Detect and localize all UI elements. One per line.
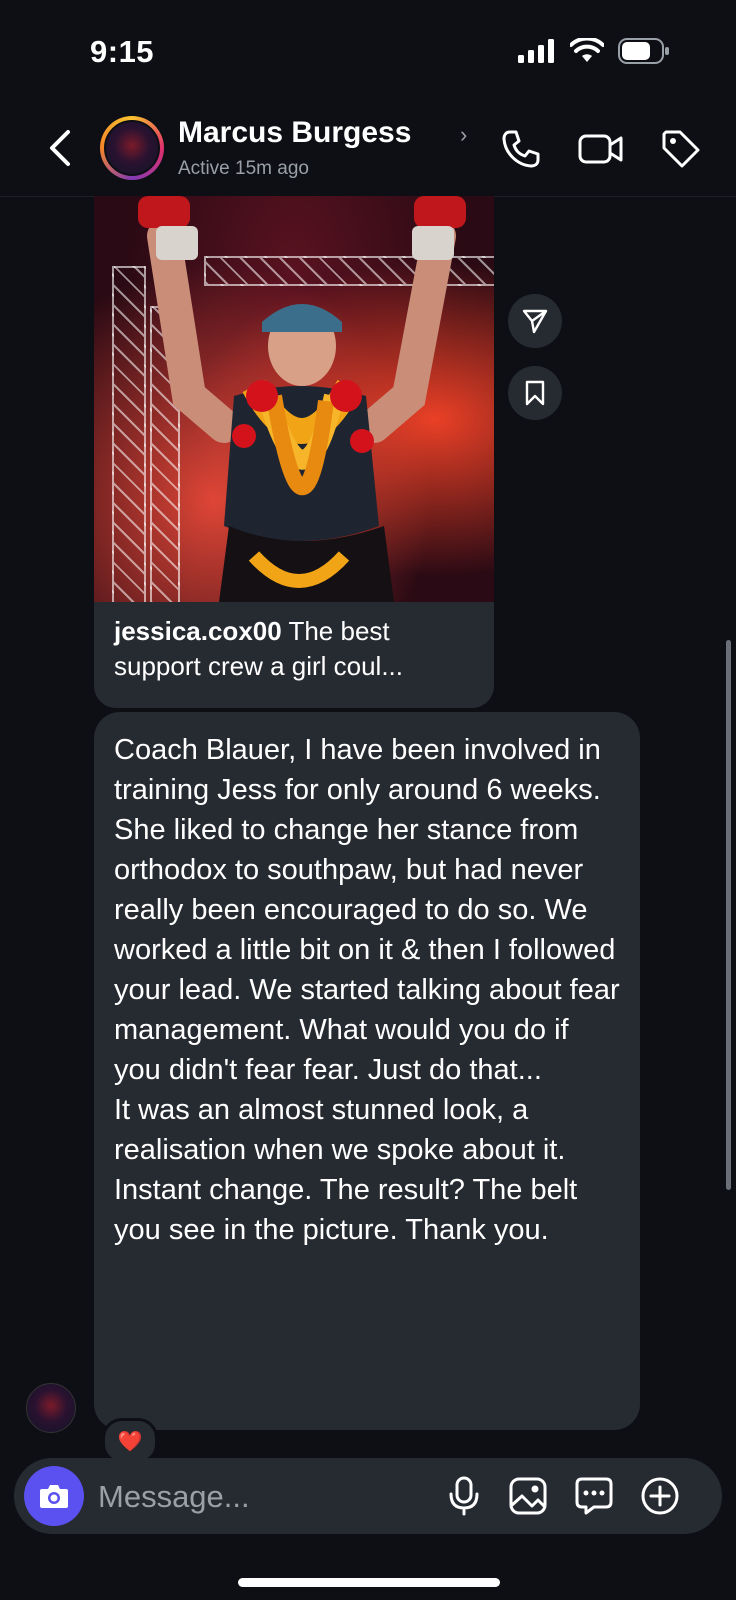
avatar-image xyxy=(104,120,160,176)
scrollbar[interactable] xyxy=(726,640,731,1190)
plus-icon[interactable] xyxy=(640,1476,680,1516)
bookmark-icon xyxy=(525,380,545,406)
camera-button[interactable] xyxy=(24,1466,84,1526)
shared-post-username[interactable]: jessica.cox00 xyxy=(114,616,282,646)
battery-icon xyxy=(618,38,669,64)
message-input[interactable] xyxy=(96,1472,440,1522)
gallery-icon[interactable] xyxy=(508,1476,548,1516)
contact-active-status: Active 15m ago xyxy=(178,158,309,179)
camera-icon xyxy=(40,1485,68,1508)
shared-post-caption[interactable]: jessica.cox00 The best support crew a gi… xyxy=(114,614,474,684)
sender-avatar[interactable] xyxy=(26,1383,76,1433)
sticker-icon[interactable] xyxy=(574,1476,614,1516)
status-bar: 9:15 xyxy=(0,0,736,100)
message-composer xyxy=(14,1458,722,1534)
status-icons xyxy=(518,38,670,64)
message-text: Coach Blauer, I have been involved in tr… xyxy=(114,734,620,1246)
share-button[interactable] xyxy=(508,294,562,348)
phone-icon[interactable] xyxy=(500,128,542,170)
shared-post-card[interactable]: jessica.cox00 The best support crew a gi… xyxy=(94,196,494,708)
status-time: 9:15 xyxy=(90,34,155,69)
signal-icon xyxy=(518,39,554,63)
chat-header: Marcus Burgess › Active 15m ago xyxy=(0,100,736,197)
microphone-icon[interactable] xyxy=(446,1476,482,1516)
chevron-right-icon[interactable]: › xyxy=(460,122,467,148)
contact-name[interactable]: Marcus Burgess xyxy=(178,116,411,150)
message-bubble[interactable]: Coach Blauer, I have been involved in tr… xyxy=(94,712,640,1430)
video-icon[interactable] xyxy=(578,128,624,170)
share-icon xyxy=(522,309,548,334)
wifi-icon xyxy=(570,38,604,62)
back-icon[interactable] xyxy=(40,126,80,170)
save-button[interactable] xyxy=(508,366,562,420)
boxer-figure xyxy=(138,196,466,602)
tag-icon[interactable] xyxy=(660,128,702,170)
heart-icon: ❤️ xyxy=(117,1430,143,1453)
contact-avatar[interactable] xyxy=(100,116,164,180)
shared-post-image[interactable] xyxy=(94,196,494,602)
home-indicator[interactable] xyxy=(238,1578,500,1587)
